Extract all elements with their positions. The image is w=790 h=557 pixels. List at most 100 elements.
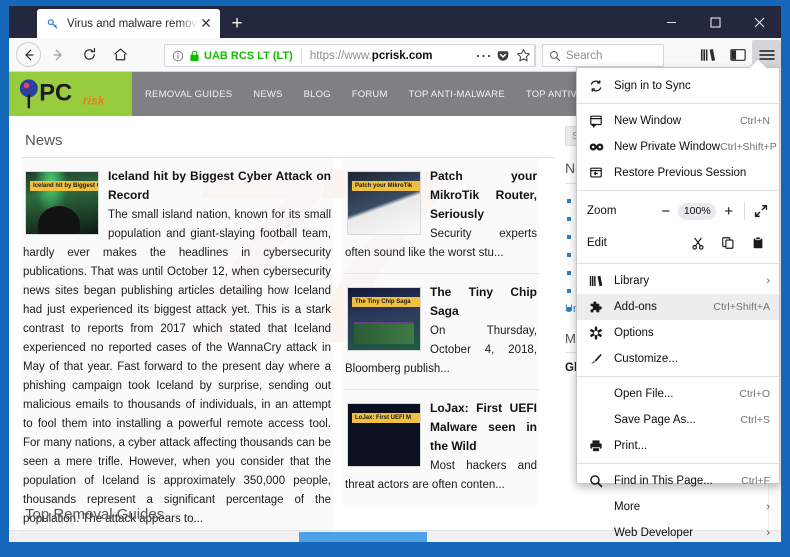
nav-item-blog[interactable]: BLOG <box>304 89 331 100</box>
ellipsis-icon[interactable] <box>473 46 493 66</box>
menu-item-shortcut: Ctrl+O <box>739 388 770 400</box>
horizontal-scrollbar-thumb[interactable] <box>299 532 427 542</box>
close-icon[interactable] <box>737 6 781 38</box>
info-icon[interactable] <box>171 49 185 63</box>
article-thumbnail[interactable]: Iceland hit by Biggest Cy <box>25 171 99 235</box>
url-domain: pcrisk.com <box>372 50 433 62</box>
news-article[interactable]: The Tiny Chip Saga The Tiny Chip Saga On… <box>343 274 539 390</box>
new-tab-button[interactable]: + <box>225 12 249 36</box>
menu-item-save-page-as[interactable]: Save Page As... Ctrl+S <box>577 407 779 433</box>
forward-arrow-icon[interactable] <box>44 41 72 69</box>
svg-text:risk: risk <box>82 93 105 107</box>
restore-session-icon <box>587 166 605 180</box>
thumbnail-caption: The Tiny Chip Saga <box>352 297 421 307</box>
menu-item-label: Sign in to Sync <box>614 80 770 92</box>
thumbnail-caption: Iceland hit by Biggest Cy <box>30 181 99 191</box>
library-icon <box>587 274 605 288</box>
page-title: News <box>21 126 555 158</box>
sync-icon <box>587 79 605 93</box>
chevron-right-icon: › <box>766 275 770 287</box>
svg-text:PC: PC <box>39 81 72 107</box>
menu-item-label: More <box>614 501 766 513</box>
menu-item-library[interactable]: Library › <box>577 268 779 294</box>
news-article[interactable]: Patch your MikroTik Patch your MikroTik … <box>343 158 539 274</box>
article-column-left: Iceland hit by Biggest Cy Iceland hit by… <box>21 158 333 539</box>
toolbar-right-buttons <box>694 40 781 69</box>
menu-item-label: Restore Previous Session <box>614 167 770 179</box>
search-icon <box>587 474 605 488</box>
maximize-icon[interactable] <box>693 6 737 38</box>
menu-item-label: Print... <box>614 440 770 452</box>
browser-tab[interactable]: Virus and malware removal ins ✕ <box>37 9 220 38</box>
key-icon <box>46 17 60 31</box>
zoom-label: Zoom <box>587 205 653 217</box>
site-logo[interactable]: PC risk <box>9 72 132 116</box>
home-icon[interactable] <box>106 41 134 69</box>
zoom-out-button[interactable]: − <box>653 199 678 223</box>
nav-item-forum[interactable]: FORUM <box>352 89 388 100</box>
nav-item-news[interactable]: NEWS <box>253 89 282 100</box>
article-thumbnail[interactable]: The Tiny Chip Saga <box>347 287 421 351</box>
zoom-in-button[interactable]: + <box>716 199 741 223</box>
menu-item-customize[interactable]: Customize... <box>577 346 779 372</box>
menu-item-add-ons[interactable]: Add-ons Ctrl+Shift+A <box>577 294 779 320</box>
desktop-background: Virus and malware removal ins ✕ + <box>0 0 790 557</box>
search-bar[interactable]: Search <box>542 44 664 67</box>
menu-separator <box>577 376 779 377</box>
reload-icon[interactable] <box>75 41 103 69</box>
cut-icon[interactable] <box>683 231 713 255</box>
search-icon <box>549 50 561 62</box>
article-headline[interactable]: The Tiny Chip Saga <box>430 285 537 318</box>
article-thumbnail[interactable]: Patch your MikroTik <box>347 171 421 235</box>
nav-item-removal-guides[interactable]: REMOVAL GUIDES <box>145 89 232 100</box>
tab-title: Virus and malware removal ins <box>67 18 198 30</box>
menu-item-label: Find in This Page... <box>614 475 741 487</box>
menu-item-new-private-window[interactable]: New Private Window Ctrl+Shift+P <box>577 134 779 160</box>
menu-item-web-developer[interactable]: Web Developer › <box>577 520 779 542</box>
news-article[interactable]: LoJax: First UEFI M LoJax: First UEFI Ma… <box>343 390 539 505</box>
menu-item-sign-in-to-sync[interactable]: Sign in to Sync <box>577 73 779 99</box>
back-arrow-icon[interactable] <box>16 42 41 67</box>
menu-item-new-window[interactable]: New Window Ctrl+N <box>577 108 779 134</box>
paste-icon[interactable] <box>743 231 773 255</box>
menu-item-label: New Private Window <box>614 141 720 153</box>
edit-label: Edit <box>587 237 659 249</box>
zoom-level-value[interactable]: 100% <box>678 203 716 220</box>
copy-icon[interactable] <box>713 231 743 255</box>
nav-item-top-anti-malware[interactable]: TOP ANTI-MALWARE <box>409 89 505 100</box>
menu-item-open-file[interactable]: Open File... Ctrl+O <box>577 381 779 407</box>
menu-separator <box>577 190 779 191</box>
identity-divider <box>301 48 302 63</box>
menu-item-find-in-this-page[interactable]: Find in This Page... Ctrl+F <box>577 468 779 494</box>
article-headline[interactable]: Iceland hit by Biggest Cyber Attack on R… <box>108 169 331 202</box>
news-article[interactable]: Iceland hit by Biggest Cy Iceland hit by… <box>21 158 333 539</box>
menu-separator <box>577 463 779 464</box>
url-scheme: https://www. <box>310 50 372 62</box>
menu-item-label: Options <box>614 327 770 339</box>
pocket-icon[interactable] <box>493 46 513 66</box>
search-input[interactable]: Search <box>566 50 602 62</box>
close-icon[interactable]: ✕ <box>198 16 214 32</box>
star-icon[interactable] <box>514 46 534 66</box>
sidebar-icon[interactable] <box>723 40 752 69</box>
menu-item-label: Customize... <box>614 353 770 365</box>
menu-item-more[interactable]: More › <box>577 494 779 520</box>
gear-icon <box>587 326 605 340</box>
article-thumbnail[interactable]: LoJax: First UEFI M <box>347 403 421 467</box>
bottom-section: Top Removal Guides <box>21 500 555 532</box>
menu-item-options[interactable]: Options <box>577 320 779 346</box>
menu-item-restore-previous-session[interactable]: Restore Previous Session <box>577 160 779 186</box>
main-column: News Iceland hit by Biggest Cy Iceland h… <box>21 116 555 539</box>
fullscreen-icon[interactable] <box>748 199 773 223</box>
article-headline[interactable]: Patch your MikroTik Router, Seriously <box>430 169 537 221</box>
minimize-icon[interactable] <box>649 6 693 38</box>
section-title-top-removal-guides: Top Removal Guides <box>21 500 555 532</box>
menu-item-label: Open File... <box>614 388 739 400</box>
menu-item-shortcut: Ctrl+F <box>741 475 770 487</box>
menu-item-print[interactable]: Print... <box>577 433 779 459</box>
library-icon[interactable] <box>694 40 723 69</box>
article-headline[interactable]: LoJax: First UEFI Malware seen in the Wi… <box>430 401 537 453</box>
url-text: https://www.pcrisk.com <box>310 50 433 62</box>
thumbnail-caption: Patch your MikroTik <box>352 181 421 191</box>
menu-item-label: Save Page As... <box>614 414 741 426</box>
